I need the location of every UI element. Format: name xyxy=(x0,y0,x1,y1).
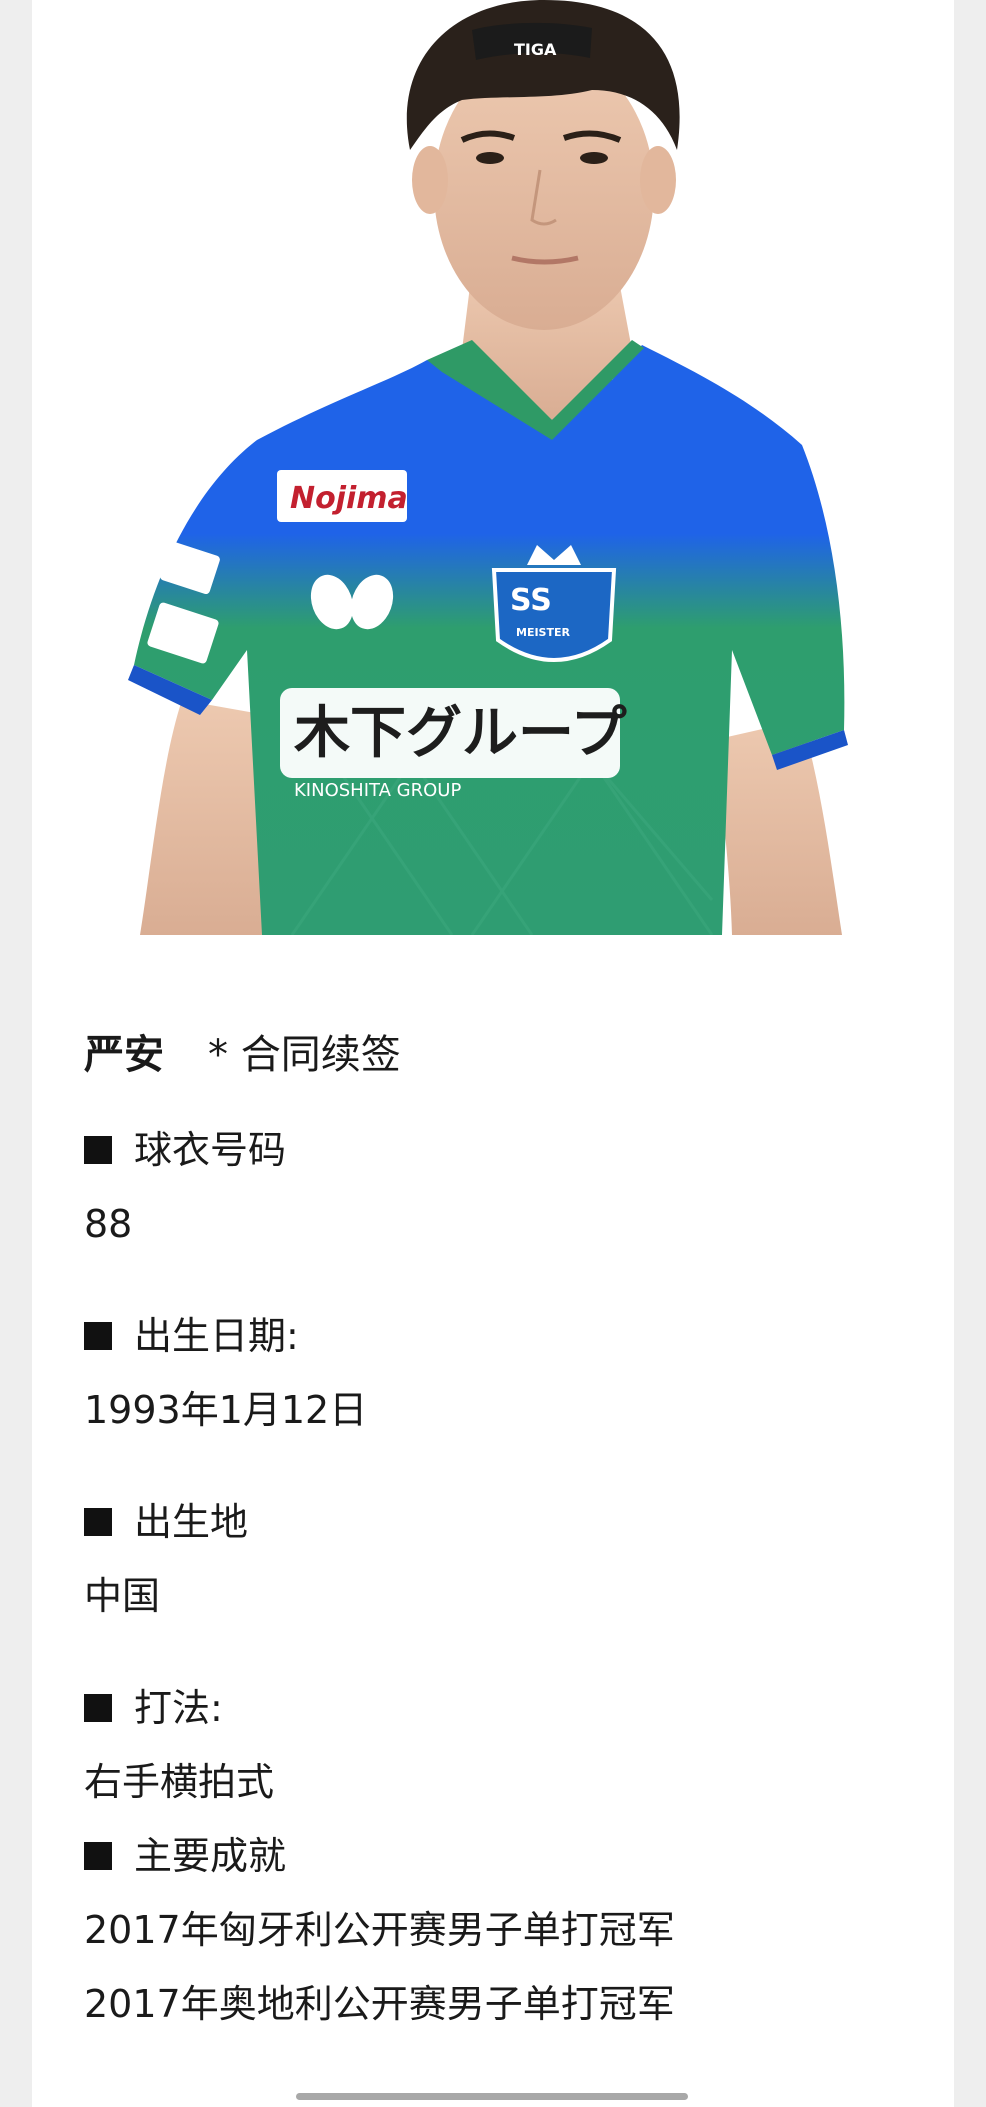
svg-text:KINOSHITA GROUP: KINOSHITA GROUP xyxy=(294,780,461,801)
play-style-value: 右手横拍式 xyxy=(84,1760,275,1804)
headband-text: TIGA xyxy=(514,40,557,59)
player-photo: TIGA Nojima SS MEISTER 木下グループ KINOSHITA … xyxy=(32,0,954,935)
birthplace-label: 出生地 xyxy=(84,1494,904,1550)
jersey-number-label: 球衣号码 xyxy=(84,1122,904,1178)
bullet-square-icon xyxy=(84,1694,112,1722)
achievements-label: 主要成就 xyxy=(84,1828,904,1884)
birthdate-label: 出生日期: xyxy=(84,1308,904,1364)
contract-note: * 合同续签 xyxy=(208,1032,401,1078)
achievement-item: 2017年奥地利公开赛男子单打冠军 xyxy=(84,1982,675,2026)
player-name: 严安 xyxy=(84,1032,164,1078)
svg-text:SS: SS xyxy=(510,583,552,618)
birthdate-value: 1993年1月12日 xyxy=(84,1388,368,1432)
achievement-item: 2017年匈牙利公开赛男子单打冠军 xyxy=(84,1908,675,1952)
svg-text:MEISTER: MEISTER xyxy=(516,626,570,639)
profile-details: 严安 * 合同续签 球衣号码 88 出生日期: 1993年1月12日 出生地 中… xyxy=(84,1020,904,2032)
profile-page: TIGA Nojima SS MEISTER 木下グループ KINOSHITA … xyxy=(32,0,954,2107)
home-indicator[interactable] xyxy=(296,2093,688,2100)
svg-text:木下グループ: 木下グループ xyxy=(294,701,627,766)
bullet-square-icon xyxy=(84,1322,112,1350)
jersey-number-value: 88 xyxy=(84,1202,133,1246)
birthplace-value: 中国 xyxy=(84,1574,161,1618)
nojima-logo: Nojima xyxy=(277,470,408,522)
player-header: 严安 * 合同续签 xyxy=(84,1020,904,1090)
bullet-square-icon xyxy=(84,1136,112,1164)
bullet-square-icon xyxy=(84,1508,112,1536)
play-style-label: 打法: xyxy=(84,1680,904,1736)
svg-text:Nojima: Nojima xyxy=(290,481,408,516)
bullet-square-icon xyxy=(84,1842,112,1870)
